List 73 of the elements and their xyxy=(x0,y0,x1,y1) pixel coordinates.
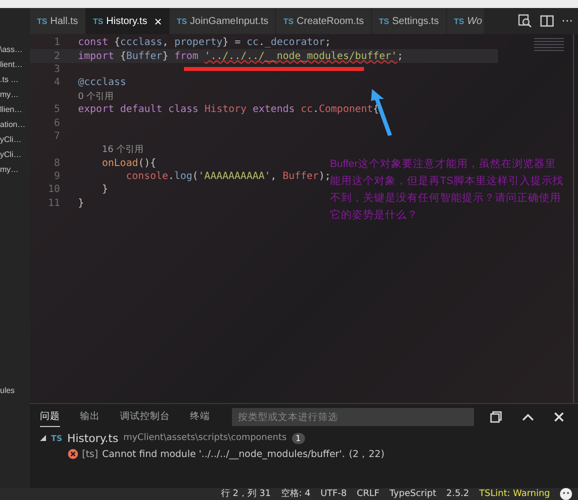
file-path: myClient\assets\scripts\components xyxy=(123,433,287,443)
collapse-all-icon[interactable] xyxy=(490,411,502,423)
line-number: 8 xyxy=(52,158,61,169)
panel-tab[interactable]: 终端 xyxy=(190,407,210,427)
line-number: 9 xyxy=(52,171,61,182)
code-line: const {ccclass, property} = cc._decorator; xyxy=(78,37,331,48)
line-number: 4 xyxy=(52,77,61,88)
reference-count[interactable]: 16 个引用 xyxy=(102,143,144,156)
sidebar-item[interactable]: .ts … xyxy=(0,74,19,85)
search-icon[interactable] xyxy=(518,14,532,28)
status-item[interactable]: TSLint: Warning xyxy=(479,488,550,500)
code-line: console.log('AAAAAAAAAA', Buffer); xyxy=(126,171,331,182)
file-type-icon: TS xyxy=(454,16,464,26)
sidebar-item[interactable]: llien… xyxy=(0,104,22,115)
line-number: 6 xyxy=(52,118,61,129)
sidebar-item[interactable]: lient… xyxy=(0,59,23,70)
editor-tab[interactable]: TS JoinGameInput.ts xyxy=(170,8,276,34)
annotation-text: Buffer这个对象要注意才能用，虽然在浏览器里能用这个对象，但是再TS脚本里这样引入提示找不到，关键是没有任何智能提示？请问正确使用它的姿势是什么？ xyxy=(330,157,564,223)
error-icon xyxy=(68,449,78,459)
sidebar-item[interactable]: ation… xyxy=(0,119,26,130)
error-location[interactable]: (2，22) xyxy=(348,448,384,460)
panel-tab[interactable]: 输出 xyxy=(80,407,100,427)
line-number: 7 xyxy=(52,130,61,142)
file-type-icon: TS xyxy=(176,16,188,26)
sidebar-item[interactable]: my… xyxy=(0,89,19,100)
sidebar-item[interactable]: yCli… xyxy=(0,149,22,160)
editor-tab[interactable]: TS History.ts × xyxy=(86,8,170,34)
file-name[interactable]: History.ts xyxy=(67,432,118,444)
file-type-icon: TS xyxy=(378,16,390,26)
reference-count[interactable]: 0 个引用 xyxy=(78,90,114,103)
status-item[interactable]: 行 2，列 31 xyxy=(220,488,271,500)
panel-tab[interactable]: 问题 xyxy=(40,407,60,427)
status-item[interactable]: TypeScript xyxy=(389,488,436,500)
sidebar-item[interactable]: my… xyxy=(0,164,19,175)
expand-icon[interactable] xyxy=(40,435,46,441)
line-number: 5 xyxy=(52,104,61,116)
line-number: 10 xyxy=(46,184,61,196)
sidebar-item[interactable]: yCli… xyxy=(0,134,22,145)
status-item[interactable]: UTF-8 xyxy=(320,488,347,500)
problem-count: 1 xyxy=(292,432,305,444)
code-line: } xyxy=(78,198,84,209)
code-line: export default class History extends cc.Component{ xyxy=(78,104,380,116)
editor-tab[interactable]: TS CreateRoom.ts xyxy=(276,8,372,34)
more-actions-button[interactable]: ··· xyxy=(562,14,573,28)
sidebar-item[interactable]: \ass… xyxy=(0,44,23,55)
line-number: 1 xyxy=(52,37,61,48)
error-source[interactable]: [ts] xyxy=(82,448,98,460)
arrow-drawing xyxy=(370,89,394,137)
code-line: import {Buffer} from '../../../__node_modules/buffer'; xyxy=(78,50,404,62)
editor-tab[interactable]: TS Settings.ts xyxy=(372,8,447,34)
code-line: @ccclass xyxy=(78,77,126,88)
line-number: 3 xyxy=(52,64,61,75)
split-editor-icon[interactable] xyxy=(540,15,554,27)
filter-field[interactable]: 按类型或文本进行筛选 xyxy=(232,408,474,426)
line-number: 11 xyxy=(46,198,61,209)
file-type-icon: TS xyxy=(37,16,48,26)
file-type-icon: TS xyxy=(283,16,294,26)
line-number: 2 xyxy=(52,50,61,62)
editor-tab[interactable]: TS Wo xyxy=(446,8,486,34)
status-item[interactable]: 2.5.2 xyxy=(446,488,470,500)
chevron-up-icon[interactable] xyxy=(522,413,534,421)
error-message[interactable]: Cannot find module '../../../__node_modules/buffer'. xyxy=(102,448,345,460)
code-line: } xyxy=(102,184,108,196)
smiley-icon[interactable] xyxy=(560,488,572,500)
editor-tab[interactable]: TS Hall.ts xyxy=(30,8,86,34)
status-item[interactable]: 空格: 4 xyxy=(280,488,310,500)
close-icon[interactable] xyxy=(554,412,564,422)
panel-tab[interactable]: 调试控制台 xyxy=(120,407,170,427)
file-type-icon: TS xyxy=(51,434,62,442)
file-type-icon: TS xyxy=(93,16,104,26)
status-item[interactable]: CRLF xyxy=(356,488,380,500)
code-line: onLoad(){ xyxy=(102,158,156,169)
sidebar-item[interactable]: ules xyxy=(0,385,15,396)
